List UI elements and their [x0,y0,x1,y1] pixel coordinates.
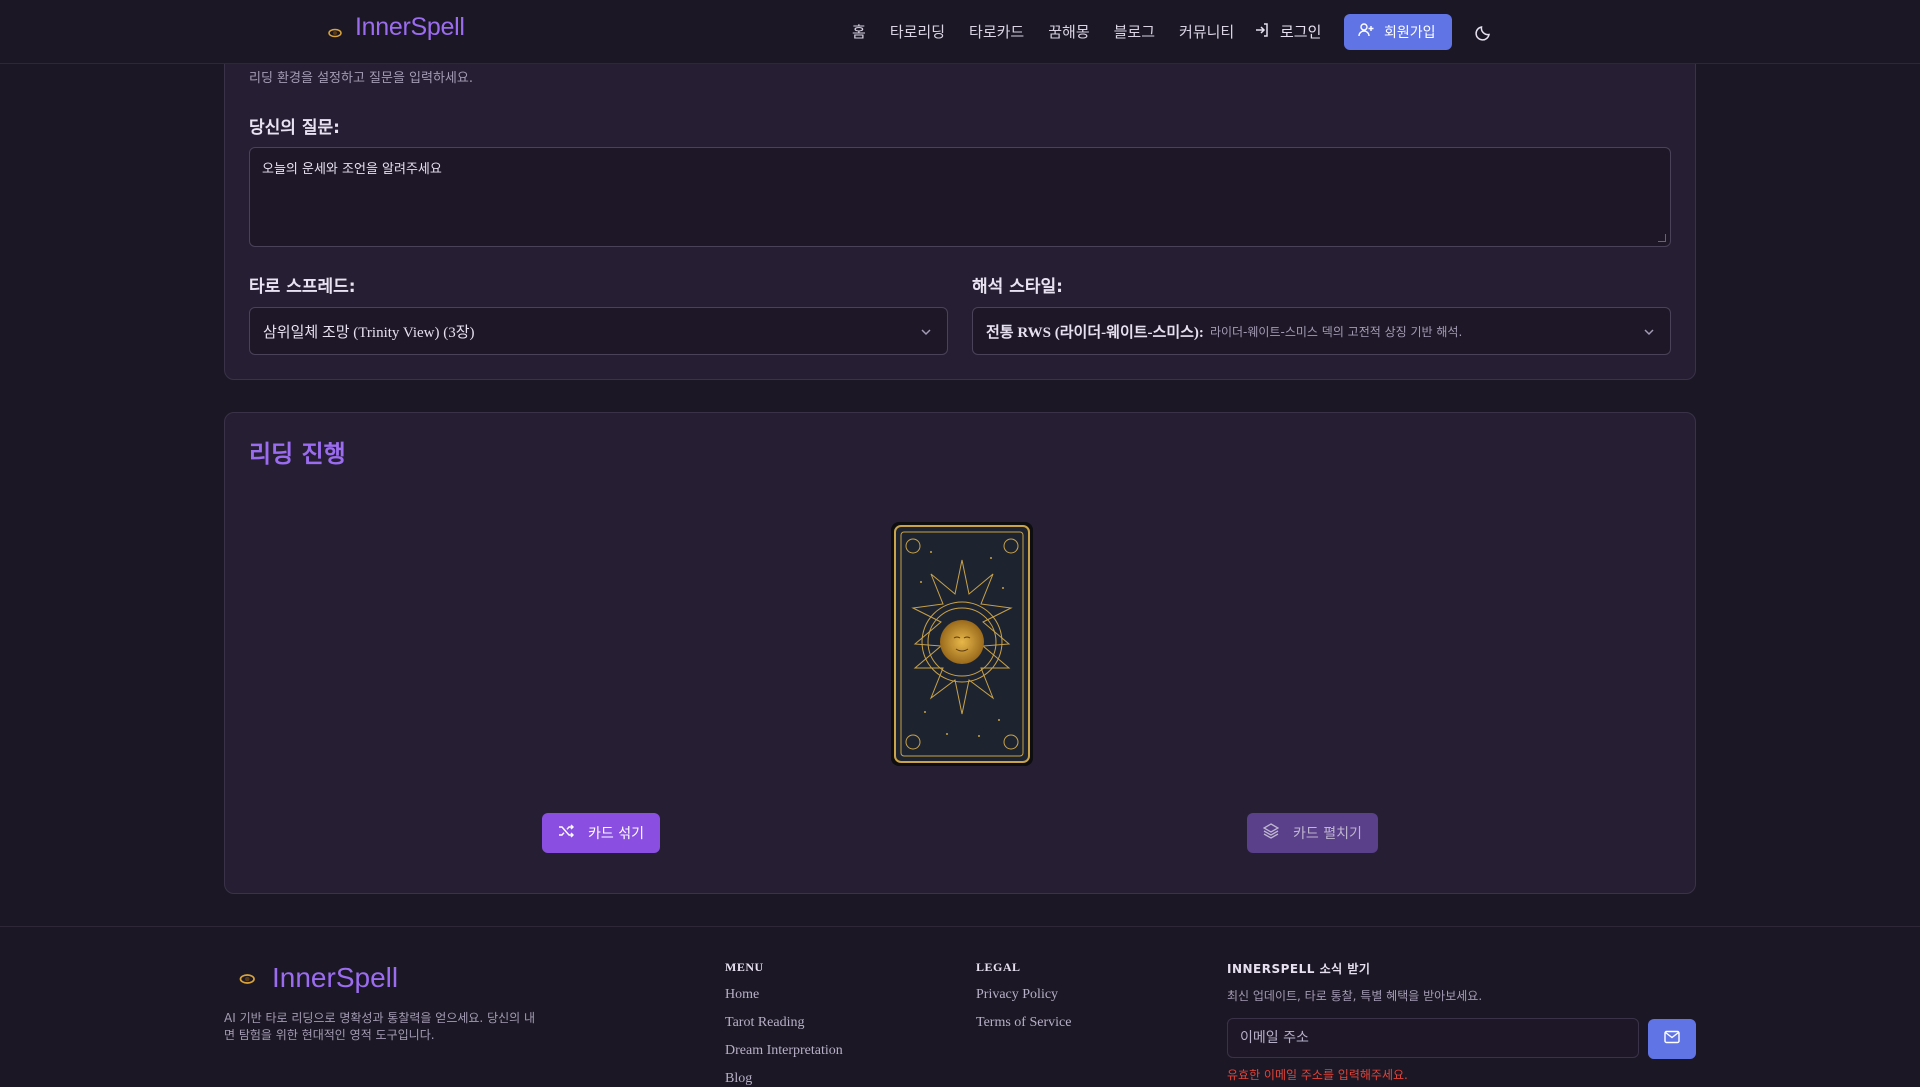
shuffle-label: 카드 섞기 [588,826,644,842]
spread-value: 삼위일체 조망 (Trinity View) (3장) [263,324,475,341]
footer-link-privacy[interactable]: Privacy Policy [976,987,1058,1003]
signup-label: 회원가입 [1384,25,1436,41]
spread-select[interactable]: 삼위일체 조망 (Trinity View) (3장) [249,307,948,355]
style-description: 라이더-웨이트-스미스 덱의 고전적 상징 기반 해석. [1209,324,1463,339]
login-label: 로그인 [1280,23,1322,41]
newsletter-submit-button[interactable] [1648,1019,1696,1059]
newsletter-email-input[interactable] [1227,1018,1639,1058]
style-label: 해석 스타일: [972,277,1063,297]
shuffle-icon [558,823,574,843]
reading-title: 리딩 진행 [249,440,346,468]
nav-item-dream[interactable]: 꿈해몽 [1048,21,1089,42]
mail-icon [1664,1030,1680,1049]
top-navbar: InnerSpell 홈 타로리딩 타로카드 꿈해몽 블로그 커뮤니티 로그인 … [0,0,1920,64]
logo-text[interactable]: InnerSpell [355,13,465,42]
tarot-card-back[interactable] [891,522,1033,766]
question-label: 당신의 질문: [249,118,340,138]
newsletter-heading: INNERSPELL 소식 받기 [1227,962,1371,976]
footer-menu-heading: MENU [725,960,764,974]
nav-item-tarot-cards[interactable]: 타로카드 [969,21,1024,42]
footer-link-terms[interactable]: Terms of Service [976,1015,1071,1031]
question-textarea[interactable]: 오늘의 운세와 조언을 알려주세요 [249,147,1671,247]
signup-button[interactable]: 회원가입 [1344,14,1452,50]
footer-link-tarot-reading[interactable]: Tarot Reading [725,1015,805,1031]
question-value: 오늘의 운세와 조언을 알려주세요 [262,162,442,177]
email-error-message: 유효한 이메일 주소를 입력해주세요. [1227,1068,1408,1082]
nav-item-blog[interactable]: 블로그 [1114,21,1155,42]
resize-handle[interactable] [1658,234,1666,242]
footer-legal-heading: LEGAL [976,960,1021,974]
settings-subtitle: 리딩 환경을 설정하고 질문을 입력하세요. [249,71,473,86]
style-select[interactable]: 전통 RWS (라이더-웨이트-스미스): 라이더-웨이트-스미스 덱의 고전적… [972,307,1671,355]
chevron-down-icon [919,325,933,339]
style-value: 전통 RWS (라이더-웨이트-스미스): [986,324,1204,341]
login-button[interactable]: 로그인 [1254,21,1321,42]
footer-link-home[interactable]: Home [725,987,759,1003]
user-plus-icon [1358,22,1374,42]
spread-cards-label: 카드 펼치기 [1293,826,1362,842]
shuffle-cards-button[interactable]: 카드 섞기 [542,813,660,853]
footer-link-dream[interactable]: Dream Interpretation [725,1043,843,1059]
eye-moon-logo-icon[interactable] [228,962,262,996]
footer-logo-text[interactable]: InnerSpell [272,962,398,994]
nav-item-tarot-reading[interactable]: 타로리딩 [890,21,945,42]
moon-icon[interactable] [1474,22,1494,42]
footer-description: AI 기반 타로 리딩으로 명확성과 통찰력을 얻으세요. 당신의 내면 탐험을… [224,1011,536,1042]
nav-item-home[interactable]: 홈 [852,21,866,42]
spread-cards-button[interactable]: 카드 펼치기 [1247,813,1378,853]
spread-label: 타로 스프레드: [249,277,356,297]
login-icon [1254,22,1270,42]
main-nav: 홈 타로리딩 타로카드 꿈해몽 블로그 커뮤니티 [852,21,1234,42]
footer-link-blog[interactable]: Blog [725,1071,752,1087]
nav-item-community[interactable]: 커뮤니티 [1179,21,1234,42]
eye-moon-logo-icon[interactable] [318,18,348,48]
newsletter-description: 최신 업데이트, 타로 통찰, 특별 혜택을 받아보세요. [1227,989,1483,1003]
chevron-down-icon [1642,325,1656,339]
layers-icon [1262,823,1280,843]
